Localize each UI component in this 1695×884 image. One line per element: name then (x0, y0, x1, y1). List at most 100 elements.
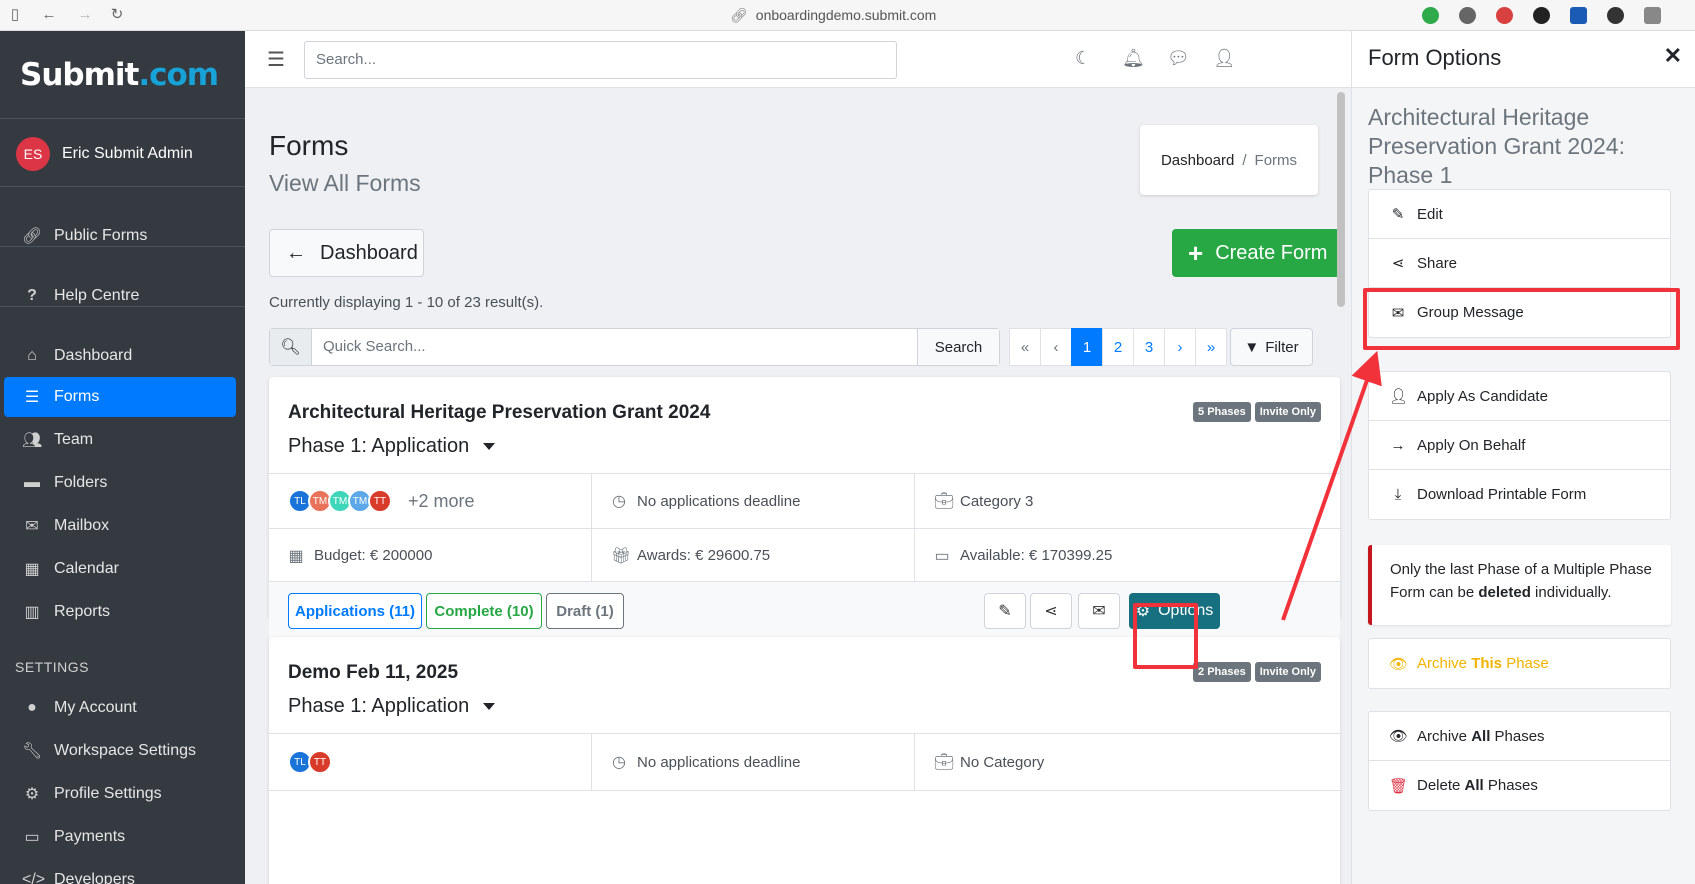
briefcase-icon: 💼︎ (934, 493, 955, 510)
extension-icon[interactable] (1607, 7, 1624, 24)
annotation-highlight-envelope (1133, 603, 1198, 669)
quick-search-input[interactable]: Quick Search... (312, 329, 917, 365)
dark-mode-icon[interactable]: ☾ (1075, 48, 1091, 69)
sidebar-item-public-forms[interactable]: 🔗︎ Public Forms (4, 216, 236, 256)
money-icon: ▭ (24, 829, 40, 846)
sidebar-toggle-icon[interactable]: ▯ (6, 6, 24, 24)
applications-button[interactable]: Applications (11) (288, 593, 422, 629)
caret-down-icon (483, 443, 496, 450)
edit-button[interactable]: ✎ (984, 593, 1026, 629)
share-option[interactable]: ⋖ Share (1369, 239, 1670, 288)
sidebar-item-my-account[interactable]: ● My Account (4, 688, 236, 728)
forward-icon[interactable]: → (76, 6, 94, 24)
awards-cell: 🎁︎ Awards: € 29600.75 (592, 528, 915, 582)
logo-tld: .com (138, 57, 219, 93)
create-form-button[interactable]: + Create Form (1172, 229, 1340, 277)
sidebar-item-payments[interactable]: ▭ Payments (4, 817, 236, 857)
member-avatar[interactable]: TT (368, 489, 392, 513)
badge-group: 5 Phases Invite Only (1193, 402, 1321, 422)
reload-icon[interactable]: ↻ (108, 6, 126, 24)
extension-icon[interactable] (1533, 7, 1550, 24)
breadcrumb: Dashboard / Forms (1140, 125, 1318, 195)
sidebar-item-reports[interactable]: ▥ Reports (4, 592, 236, 632)
back-icon[interactable]: ← (40, 6, 58, 24)
extension-icon[interactable] (1459, 7, 1476, 24)
top-navbar: ☰ Search... ☾ 🔔︎ 💬︎ 👤︎ (245, 31, 1351, 88)
chart-icon: ▥ (24, 604, 40, 621)
trash-icon: 🗑︎ (1389, 777, 1409, 795)
group-message-button[interactable]: ✉ (1078, 593, 1120, 629)
extension-icon[interactable] (1644, 7, 1661, 24)
phase-dropdown[interactable]: Phase 1: Application (288, 435, 496, 458)
phase-dropdown[interactable]: Phase 1: Application (288, 695, 496, 718)
apply-as-candidate-option[interactable]: 👤︎ Apply As Candidate (1369, 372, 1670, 421)
phases-badge: 5 Phases (1193, 402, 1251, 422)
hamburger-icon[interactable]: ☰ (267, 47, 285, 72)
members-cell: TL TT (269, 734, 592, 790)
chat-icon[interactable]: 💬︎ (1167, 48, 1190, 69)
divider (0, 246, 245, 247)
draft-button[interactable]: Draft (1) (546, 593, 624, 629)
note-text: individually. (1530, 584, 1612, 601)
page-2[interactable]: 2 (1102, 328, 1134, 366)
sidebar-item-label: Calendar (54, 560, 119, 577)
main-scrollbar[interactable] (1337, 92, 1345, 307)
question-icon: ? (27, 287, 37, 304)
breadcrumb-dashboard[interactable]: Dashboard (1161, 152, 1234, 169)
page-first[interactable]: « (1009, 328, 1041, 366)
delete-all-phases-option[interactable]: 🗑︎ Delete All Phases (1369, 761, 1670, 810)
sidebar-item-forms[interactable]: ☰ Forms (4, 377, 236, 417)
member-avatar[interactable]: TT (308, 750, 332, 774)
page-last[interactable]: » (1195, 328, 1227, 366)
quick-search-group: 🔍︎ Quick Search... Search (269, 328, 1000, 366)
page-subtitle: View All Forms (269, 170, 421, 196)
page-1[interactable]: 1 (1071, 328, 1103, 366)
category-text: Category 3 (960, 492, 1034, 510)
options-group-apply: 👤︎ Apply As Candidate → Apply On Behalf ⤓ D… (1368, 371, 1671, 520)
back-to-dashboard-button[interactable]: ← Dashboard (269, 229, 424, 277)
sidebar-item-developers[interactable]: </> Developers (4, 860, 236, 884)
page-3[interactable]: 3 (1133, 328, 1165, 366)
main-content: Forms View All Forms Dashboard / Forms ←… (245, 88, 1351, 884)
sidebar-item-profile-settings[interactable]: ⚙ Profile Settings (4, 774, 236, 814)
money-icon: ▭ (934, 547, 950, 565)
form-title[interactable]: Demo Feb 11, 2025 (288, 662, 458, 684)
form-title[interactable]: Architectural Heritage Preservation Gran… (288, 402, 710, 424)
sidebar-item-folders[interactable]: ▬ Folders (4, 463, 236, 503)
extension-icon[interactable] (1422, 7, 1439, 24)
filter-button[interactable]: ▼ Filter (1230, 328, 1313, 366)
sidebar-item-dashboard[interactable]: ⌂ Dashboard (4, 336, 236, 376)
sidebar-item-label: Team (54, 431, 94, 448)
archive-this-phase-option[interactable]: 👁︎ Archive This Phase (1369, 639, 1670, 688)
code-icon: </> (22, 871, 46, 884)
users-icon: 👥︎ (22, 432, 43, 449)
close-icon[interactable]: ✕ (1664, 43, 1682, 69)
user-profile[interactable]: ES Eric Submit Admin (16, 137, 193, 171)
page-prev[interactable]: ‹ (1040, 328, 1072, 366)
logo[interactable]: Submit.com (20, 57, 219, 93)
share-button[interactable]: ⋖ (1030, 593, 1072, 629)
edit-option[interactable]: ✎ Edit (1369, 190, 1670, 239)
archive-delete-all-group: 👁︎ Archive All Phases 🗑︎ Delete All Phases (1368, 711, 1671, 811)
eye-icon: 👁︎ (1389, 728, 1409, 745)
sidebar-item-help-centre[interactable]: ? Help Centre (4, 276, 236, 316)
sidebar-item-team[interactable]: 👥︎ Team (4, 420, 236, 460)
bell-icon[interactable]: 🔔︎ (1122, 48, 1145, 69)
address-bar[interactable]: 🔗︎ onboardingdemo.submit.com (730, 7, 944, 24)
extension-icon[interactable] (1570, 7, 1587, 24)
sidebar-item-mailbox[interactable]: ✉ Mailbox (4, 506, 236, 546)
sidebar-item-workspace-settings[interactable]: 🔧︎ Workspace Settings (4, 731, 236, 771)
download-printable-form-option[interactable]: ⤓ Download Printable Form (1369, 470, 1670, 519)
page-next[interactable]: › (1164, 328, 1196, 366)
search-button[interactable]: Search (917, 329, 999, 365)
complete-button[interactable]: Complete (10) (426, 593, 542, 629)
search-input[interactable]: Search... (304, 41, 897, 79)
extension-icon[interactable] (1496, 7, 1513, 24)
user-icon[interactable]: 👤︎ (1213, 48, 1236, 69)
apply-on-behalf-option[interactable]: → Apply On Behalf (1369, 421, 1670, 470)
members-cell: TL TM TM TM TT +2 more (269, 474, 592, 528)
sidebar-item-calendar[interactable]: ▦ Calendar (4, 549, 236, 589)
archive-all-phases-option[interactable]: 👁︎ Archive All Phases (1369, 712, 1670, 761)
more-members[interactable]: +2 more (408, 491, 475, 512)
category-cell: 💼︎ No Category (915, 734, 1340, 790)
